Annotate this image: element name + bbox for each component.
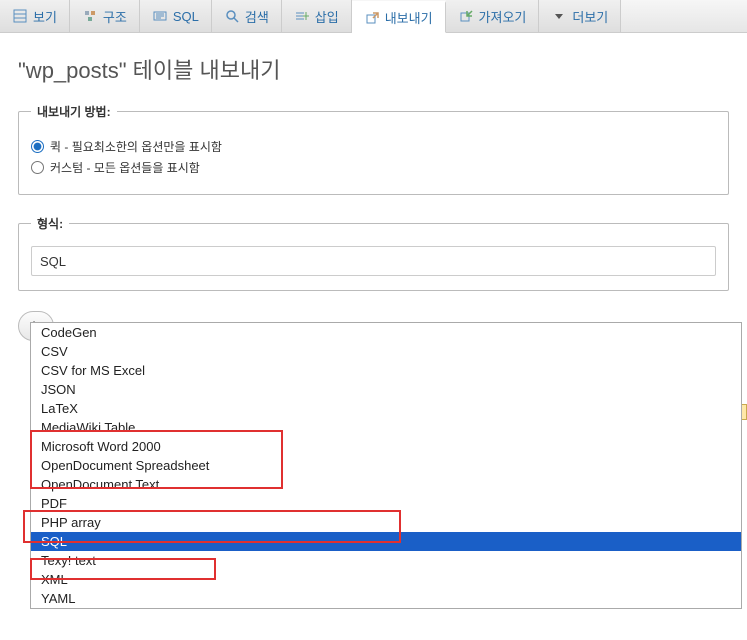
dropdown-item-texy[interactable]: Texy! text [31, 551, 741, 570]
dropdown-item-phparray[interactable]: PHP array [31, 513, 741, 532]
dropdown-item-sql[interactable]: SQL [31, 532, 741, 551]
radio-quick[interactable] [31, 140, 44, 153]
tab-label: 검색 [245, 7, 269, 26]
export-method-quick[interactable]: 퀵 - 필요최소한의 옵션만을 표시함 [31, 138, 716, 155]
format-selected: SQL [40, 254, 66, 269]
structure-icon [82, 8, 98, 24]
sql-icon [152, 8, 168, 24]
tab-browse[interactable]: 보기 [0, 0, 70, 32]
export-icon [364, 10, 380, 26]
tab-export[interactable]: 내보내기 [352, 1, 446, 33]
tab-label: 구조 [103, 7, 127, 26]
export-method-legend: 내보내기 방법: [31, 103, 117, 120]
format-dropdown[interactable]: CodeGen CSV CSV for MS Excel JSON LaTeX … [30, 322, 742, 609]
tab-insert[interactable]: 삽입 [282, 0, 352, 32]
tabs-bar: 보기 구조 SQL 검색 삽입 내보내기 가져오기 [0, 0, 747, 33]
dropdown-item-csv[interactable]: CSV [31, 342, 741, 361]
format-select[interactable]: SQL [31, 246, 716, 276]
dropdown-item-xml[interactable]: XML [31, 570, 741, 589]
tab-label: 가져오기 [479, 7, 527, 26]
dropdown-item-yaml[interactable]: YAML [31, 589, 741, 608]
tab-import[interactable]: 가져오기 [446, 0, 540, 32]
dropdown-item-latex[interactable]: LaTeX [31, 399, 741, 418]
format-fieldset: 형식: SQL [18, 215, 729, 291]
tab-structure[interactable]: 구조 [70, 0, 140, 32]
export-method-custom[interactable]: 커스텀 - 모든 옵션들을 표시함 [31, 159, 716, 176]
search-icon [224, 8, 240, 24]
dropdown-item-codegen[interactable]: CodeGen [31, 323, 741, 342]
tab-label: 삽입 [315, 7, 339, 26]
insert-icon [294, 8, 310, 24]
dropdown-item-mediawiki[interactable]: MediaWiki Table [31, 418, 741, 437]
tab-label: SQL [173, 9, 199, 24]
table-icon [12, 8, 28, 24]
format-legend: 형식: [31, 215, 69, 232]
more-icon [551, 8, 567, 24]
dropdown-item-json[interactable]: JSON [31, 380, 741, 399]
dropdown-item-ods[interactable]: OpenDocument Spreadsheet [31, 456, 741, 475]
dropdown-item-odt[interactable]: OpenDocument Text [31, 475, 741, 494]
radio-custom[interactable] [31, 161, 44, 174]
tab-label: 내보내기 [385, 8, 433, 27]
page-title: "wp_posts" 테이블 내보내기 [0, 33, 747, 103]
radio-label: 커스텀 - 모든 옵션들을 표시함 [50, 159, 200, 176]
tab-label: 더보기 [572, 7, 608, 26]
import-icon [458, 8, 474, 24]
tab-more[interactable]: 더보기 [539, 0, 621, 32]
dropdown-item-word2000[interactable]: Microsoft Word 2000 [31, 437, 741, 456]
radio-label: 퀵 - 필요최소한의 옵션만을 표시함 [50, 138, 222, 155]
tab-search[interactable]: 검색 [212, 0, 282, 32]
dropdown-item-pdf[interactable]: PDF [31, 494, 741, 513]
dropdown-item-csv-excel[interactable]: CSV for MS Excel [31, 361, 741, 380]
tab-label: 보기 [33, 7, 57, 26]
export-method-fieldset: 내보내기 방법: 퀵 - 필요최소한의 옵션만을 표시함 커스텀 - 모든 옵션… [18, 103, 729, 195]
tab-sql[interactable]: SQL [140, 0, 212, 32]
